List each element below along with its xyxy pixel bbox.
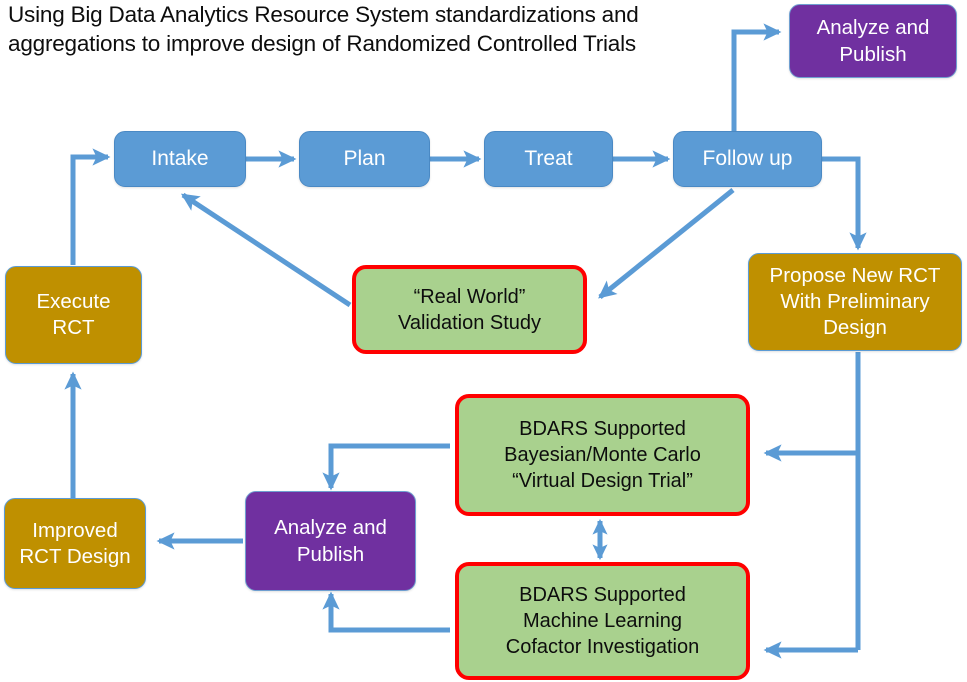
node-label: BDARS Supported Machine Learning Cofacto… [505, 584, 700, 658]
node-bdars-machine-learning-cofactor[interactable]: BDARS Supported Machine Learning Cofacto… [455, 562, 750, 680]
edge-bdars-machine-learning-to-analyze-publish-bottom [322, 591, 450, 633]
node-intake[interactable]: Intake [114, 131, 246, 187]
node-follow-up[interactable]: Follow up [673, 131, 822, 187]
diagram-canvas: Using Big Data Analytics Resource System… [0, 0, 967, 682]
node-label: Plan [343, 147, 386, 170]
node-plan[interactable]: Plan [299, 131, 430, 187]
node-label: Analyze and Publish [274, 516, 387, 566]
node-treat[interactable]: Treat [484, 131, 613, 187]
node-bdars-bayesian-virtual-design-trial[interactable]: BDARS Supported Bayesian/Monte Carlo “Vi… [455, 394, 750, 516]
edge-follow-up-to-propose-new-rct [822, 156, 867, 251]
node-label: “Real World” Validation Study [397, 285, 542, 334]
page-title: Using Big Data Analytics Resource System… [8, 2, 639, 56]
edge-execute-rct-to-intake [70, 148, 111, 265]
node-real-world-validation-study[interactable]: “Real World” Validation Study [352, 265, 587, 354]
edge-real-world-validation-to-intake [180, 192, 352, 308]
node-analyze-and-publish-bottom[interactable]: Analyze and Publish [245, 491, 416, 591]
node-analyze-and-publish-top[interactable]: Analyze and Publish [789, 4, 957, 78]
node-label: BDARS Supported Bayesian/Monte Carlo “Vi… [504, 418, 701, 492]
node-label: Improved RCT Design [19, 518, 131, 568]
node-label: Analyze and Publish [816, 16, 930, 66]
edge-bdars-bayesian-to-analyze-publish-bottom [322, 443, 450, 491]
edge-follow-up-to-real-world-validation [598, 188, 735, 299]
node-execute-rct[interactable]: Execute RCT [5, 266, 142, 364]
node-propose-new-rct[interactable]: Propose New RCT With Preliminary Design [748, 253, 962, 351]
node-label: Propose New RCT With Preliminary Design [769, 264, 941, 339]
node-improved-rct-design[interactable]: Improved RCT Design [4, 498, 146, 589]
node-label: Intake [151, 147, 209, 170]
edge-follow-up-to-analyze-publish-top [731, 23, 782, 131]
node-label: Treat [524, 147, 573, 170]
node-label: Execute RCT [36, 290, 111, 339]
node-label: Follow up [702, 147, 793, 170]
